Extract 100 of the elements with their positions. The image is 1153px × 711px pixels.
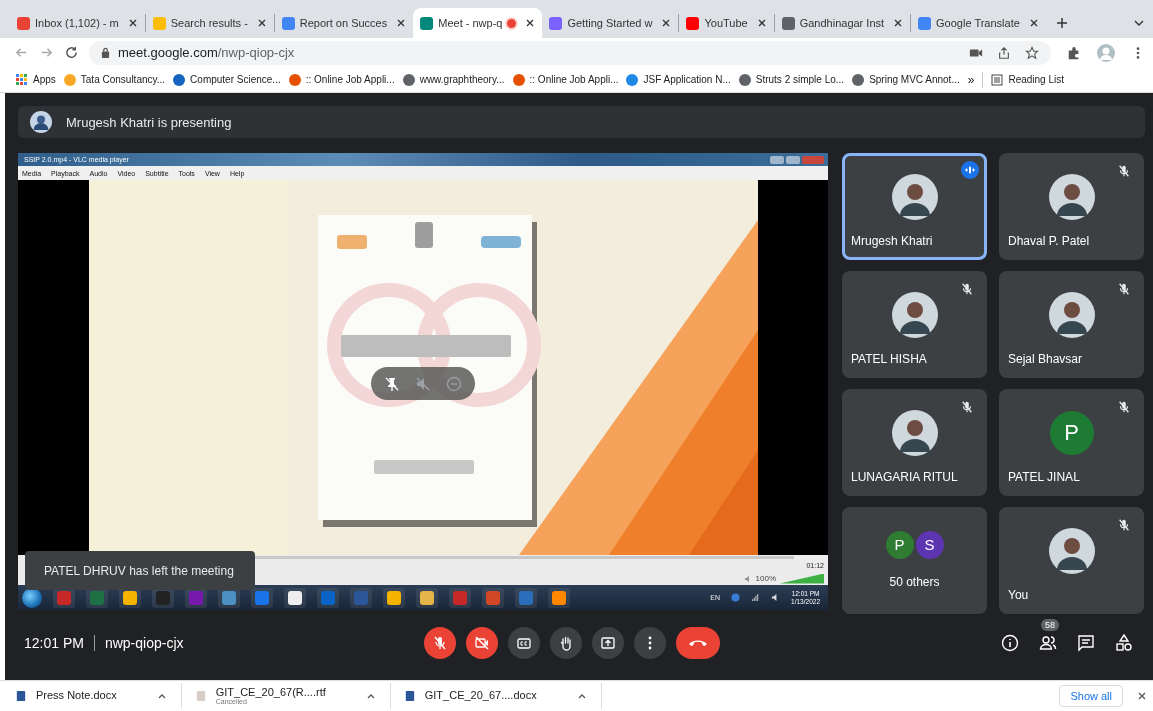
taskbar-app-icon[interactable] xyxy=(383,587,405,608)
close-icon[interactable] xyxy=(1028,18,1039,28)
meeting-time: 12:01 PM xyxy=(24,635,84,651)
site-icon xyxy=(420,16,434,30)
bookmark[interactable]: Computer Science... xyxy=(173,73,281,86)
info-icon[interactable] xyxy=(1001,634,1019,652)
site-icon xyxy=(63,73,76,86)
camera-button[interactable] xyxy=(466,627,498,659)
present-button[interactable] xyxy=(592,627,624,659)
close-icon[interactable] xyxy=(396,18,407,28)
bookmarks-overflow[interactable]: » xyxy=(967,72,975,87)
people-icon[interactable] xyxy=(1039,634,1057,652)
hand-button[interactable] xyxy=(550,627,582,659)
site-icon xyxy=(281,16,295,30)
site-icon xyxy=(549,16,563,30)
bookmark[interactable]: Apps xyxy=(16,73,56,86)
presenting-banner: Mrugesh Khatri is presenting xyxy=(18,106,1145,138)
document-icon xyxy=(16,690,26,702)
bookmark[interactable]: Struts 2 simple Lo... xyxy=(738,73,845,86)
present-icon xyxy=(600,635,616,651)
letter-avatar: S xyxy=(915,530,944,559)
participant-tile[interactable]: You xyxy=(999,507,1144,614)
participant-tile[interactable]: P PATEL JINAL xyxy=(999,389,1144,496)
leave-button[interactable] xyxy=(676,627,720,659)
new-tab-icon[interactable] xyxy=(1055,17,1068,29)
bookmark[interactable]: :: Online Job Appli... xyxy=(512,73,619,86)
camera-off-icon xyxy=(474,635,490,651)
minimize-icon[interactable] xyxy=(770,155,784,164)
participant-name: PATEL JINAL xyxy=(1007,470,1080,486)
bookmark[interactable]: JSF Application N... xyxy=(626,73,731,86)
avatar xyxy=(1048,528,1095,574)
browser-tab[interactable]: Gandhinagar Inst xyxy=(774,8,911,38)
puzzle-icon[interactable] xyxy=(1067,45,1081,60)
close-icon[interactable] xyxy=(661,18,672,28)
avatar xyxy=(30,111,52,133)
participant-tile[interactable]: P S 50 others xyxy=(842,507,987,614)
taskbar-app-icon[interactable] xyxy=(548,587,570,608)
chat-icon[interactable] xyxy=(1077,634,1095,652)
reading-list-icon xyxy=(991,73,1004,86)
share-icon[interactable] xyxy=(997,45,1011,60)
browser-tab[interactable]: Getting Started w xyxy=(542,8,679,38)
speaking-indicator-icon xyxy=(961,161,979,179)
participant-name: 50 others xyxy=(889,575,940,591)
site-icon xyxy=(626,73,639,86)
browser-tab[interactable]: Report on Succes xyxy=(274,8,414,38)
avatar xyxy=(891,292,938,338)
close-icon[interactable] xyxy=(1137,691,1147,701)
participant-tile[interactable]: PATEL HISHA xyxy=(842,271,987,378)
participant-name: PATEL HISHA xyxy=(850,352,927,368)
mic-off-icon xyxy=(432,635,448,651)
network-icon[interactable] xyxy=(751,593,761,602)
participant-tile[interactable]: Dhaval P. Patel xyxy=(999,153,1144,260)
avatar xyxy=(1048,174,1095,220)
browser-tab[interactable]: Inbox (1,102) - m xyxy=(10,8,145,38)
address-field[interactable]: meet.google.com/nwp-qiop-cjx xyxy=(89,40,1051,65)
site-icon xyxy=(918,16,932,30)
bookmark[interactable]: :: Online Job Appli... xyxy=(288,73,395,86)
participant-name: Mrugesh Khatri xyxy=(850,234,933,250)
participant-tile[interactable]: Mrugesh Khatri xyxy=(842,153,987,260)
help-icon[interactable] xyxy=(731,593,741,602)
browser-tab[interactable]: Search results - xyxy=(145,8,274,38)
star-icon[interactable] xyxy=(1025,45,1039,60)
close-icon[interactable] xyxy=(525,18,536,28)
bookmark[interactable]: Spring MVC Annot... xyxy=(852,73,960,86)
apps-grid-icon xyxy=(16,73,28,86)
close-icon[interactable] xyxy=(256,18,267,28)
site-icon xyxy=(738,73,751,86)
pin-off-icon[interactable] xyxy=(384,375,401,392)
download-item[interactable]: Press Note.docx xyxy=(16,683,182,709)
activities-icon[interactable] xyxy=(1115,634,1133,652)
browser-tab[interactable]: Meet - nwp-q xyxy=(413,8,543,38)
bookmark[interactable]: Tata Consultancy... xyxy=(63,73,166,86)
reload-icon[interactable] xyxy=(64,45,79,60)
show-all-button[interactable]: Show all xyxy=(1059,685,1123,707)
taskbar-app-icon[interactable] xyxy=(416,587,438,608)
site-icon xyxy=(173,73,186,86)
letter-avatar: P xyxy=(885,530,914,559)
document-icon xyxy=(404,690,415,702)
maximize-icon[interactable] xyxy=(786,155,800,164)
bookmark[interactable]: www.graphtheory... xyxy=(402,73,505,86)
browser-tab[interactable]: YouTube xyxy=(679,8,774,38)
avatar xyxy=(891,410,938,456)
close-icon[interactable] xyxy=(756,18,767,28)
download-item[interactable]: GIT_CE_20_67....docx xyxy=(404,683,602,709)
site-icon xyxy=(852,73,865,86)
avatar xyxy=(891,174,938,220)
mic-button[interactable] xyxy=(424,627,456,659)
more-button[interactable] xyxy=(634,627,666,659)
close-icon[interactable] xyxy=(127,18,138,28)
volume-label: 100% xyxy=(755,574,776,583)
participant-name: Dhaval P. Patel xyxy=(1007,234,1090,250)
site-icon xyxy=(152,16,166,30)
close-icon[interactable] xyxy=(893,18,904,28)
browser-tab[interactable]: Google Translate xyxy=(911,8,1046,38)
reading-list[interactable]: Reading List xyxy=(991,73,1064,86)
participant-tile[interactable]: LUNAGARIA RITUL xyxy=(842,389,987,496)
captions-button[interactable] xyxy=(508,627,540,659)
lock-icon xyxy=(101,47,110,58)
taskbar-app-icon[interactable] xyxy=(284,587,306,608)
participant-tile[interactable]: Sejal Bhavsar xyxy=(999,271,1144,378)
